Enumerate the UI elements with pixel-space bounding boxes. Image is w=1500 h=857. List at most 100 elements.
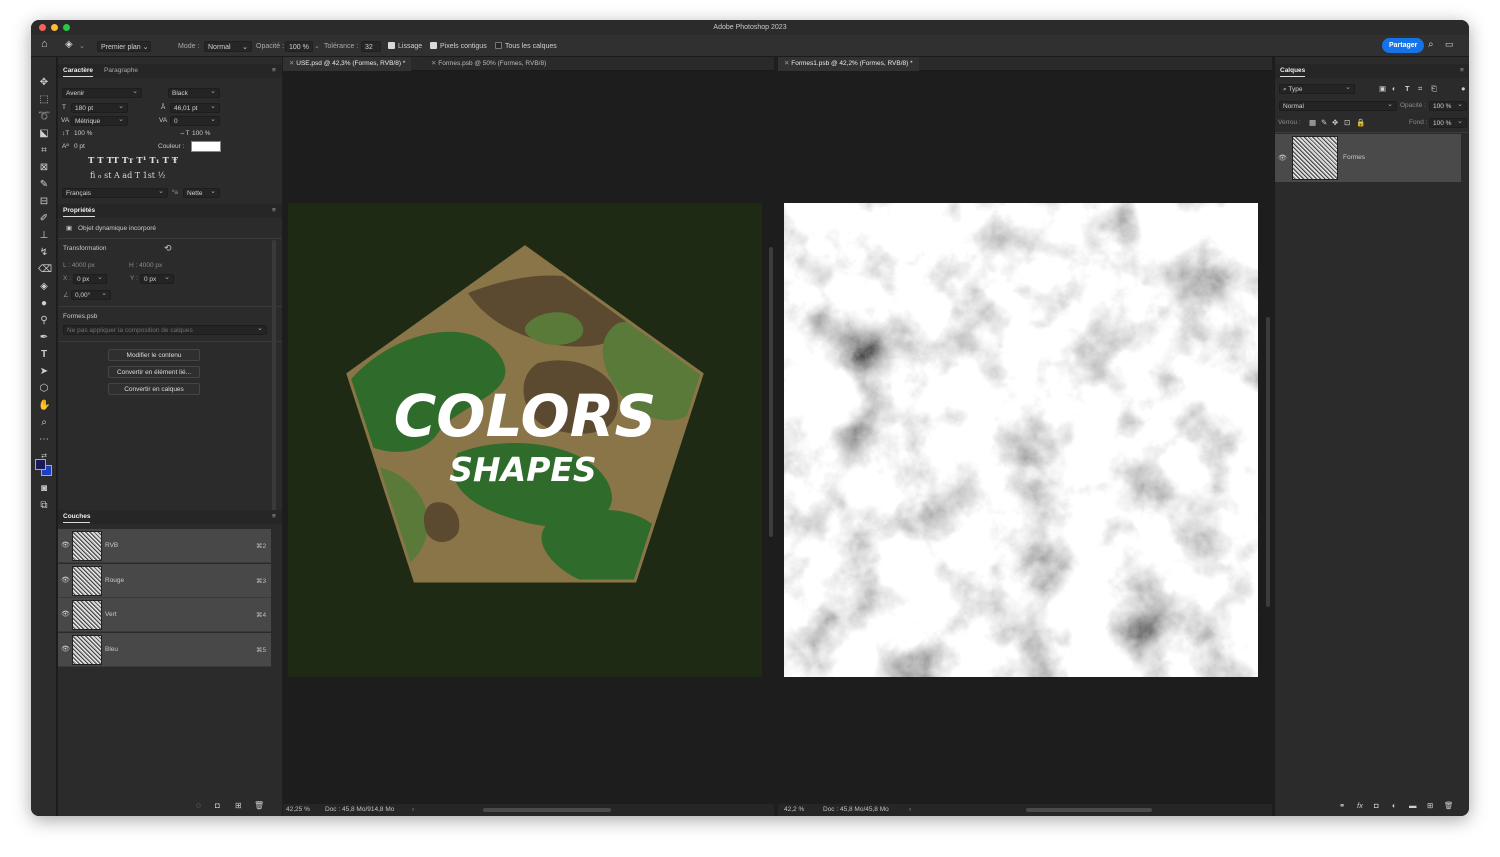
opentype-buttons[interactable]: fi ℴ st A ad T 1st ½ [90, 171, 165, 180]
smoothing-checkbox[interactable]: Lissage [388, 41, 422, 52]
delete-channel-icon[interactable]: 🗑 [254, 801, 264, 810]
blend-mode-dropdown[interactable]: Normal [1279, 100, 1397, 111]
filter-pixel-icon[interactable]: ▣ [1379, 84, 1386, 94]
screen-mode-icon[interactable]: ⧉ [38, 500, 50, 512]
tab-formes1-psb[interactable]: ✕ Formes1.psb @ 42,2% (Formes, RVB/8) * [778, 57, 919, 71]
layer-row[interactable]: 👁 Formes [1275, 134, 1461, 182]
shape-tool-icon[interactable]: ⬡ [38, 383, 50, 395]
layers-menu-icon[interactable]: ≡ [1460, 64, 1464, 77]
path-selection-tool-icon[interactable]: ➤ [38, 366, 50, 378]
eyedropper-tool-icon[interactable]: ✎ [38, 179, 50, 191]
clone-stamp-tool-icon[interactable]: ⊥ [38, 230, 50, 242]
save-selection-icon[interactable]: ◘ [215, 801, 220, 810]
type-style-buttons[interactable]: T T TT Tт T¹ T₁ T Ŧ [88, 156, 178, 166]
convert-to-layers-button[interactable]: Convertir en calques [108, 383, 200, 395]
tool-preset-chevron-icon[interactable]: ⌄ [79, 41, 85, 52]
filter-adjustment-icon[interactable]: ◐ [1392, 84, 1397, 94]
crop-tool-icon[interactable]: ⌗ [38, 145, 50, 157]
vertical-scrollbar-right[interactable] [1266, 317, 1270, 607]
type-tool-icon[interactable]: T [38, 349, 50, 361]
visibility-eye-icon[interactable]: 👁 [61, 576, 70, 584]
baseline-shift-input[interactable]: 0 pt [74, 143, 85, 150]
font-size-dropdown[interactable]: 180 pt [71, 102, 128, 113]
filter-type-icon[interactable]: T [1405, 84, 1410, 94]
lock-position-icon[interactable]: ✥ [1332, 118, 1338, 128]
clouds-canvas[interactable] [784, 203, 1258, 677]
doc-size-info[interactable]: Doc : 45,8 Mo/45,8 Mo [823, 804, 889, 816]
vertical-scale-input[interactable]: 100 % [74, 130, 92, 137]
channel-row[interactable]: 👁 Rouge ⌘3 [58, 563, 271, 598]
panel-menu-icon[interactable]: ≡ [272, 64, 276, 77]
visibility-eye-icon[interactable]: 👁 [61, 610, 70, 618]
zoom-window-button[interactable] [63, 24, 70, 31]
search-icon[interactable]: ⌕ [1428, 39, 1434, 50]
horizontal-scale-input[interactable]: 100 % [192, 130, 210, 137]
visibility-eye-icon[interactable]: 👁 [61, 541, 70, 549]
move-tool-icon[interactable]: ✥ [38, 77, 50, 89]
opacity-chevron-icon[interactable]: ⌄ [314, 41, 320, 52]
layer-filter-dropdown[interactable]: ⌕ Type [1279, 83, 1355, 94]
visibility-eye-icon[interactable]: 👁 [61, 645, 70, 653]
zoom-tool-icon[interactable]: ⌕ [38, 417, 50, 429]
home-icon[interactable]: ⌂ [41, 39, 48, 50]
y-input[interactable]: 0 px [140, 273, 174, 284]
load-selection-icon[interactable]: ◌ [196, 801, 201, 810]
canvas-artwork[interactable]: COLORS SHAPES [288, 203, 762, 677]
tolerance-input[interactable]: 32 [361, 41, 381, 52]
filter-smart-object-icon[interactable]: ⎗ [1431, 84, 1437, 94]
tab-paragraph[interactable]: Paragraphe [104, 64, 138, 77]
edit-contents-button[interactable]: Modifier le contenu [108, 349, 200, 361]
blur-tool-icon[interactable]: ● [38, 298, 50, 310]
layer-comp-dropdown[interactable]: Ne pas appliquer la composition de calqu… [63, 324, 267, 335]
tab-formes-psb[interactable]: ✕ Formes.psb @ 50% (Formes, RVB/8) [425, 57, 552, 71]
vertical-scrollbar-left[interactable] [769, 247, 773, 537]
properties-scrollbar[interactable] [272, 240, 276, 520]
channel-row[interactable]: 👁 Bleu ⌘5 [58, 632, 271, 667]
delete-layer-icon[interactable]: 🗑 [1444, 801, 1454, 811]
leading-dropdown[interactable]: 46,01 pt [170, 102, 220, 113]
more-tools-icon[interactable]: ⋯ [38, 434, 50, 446]
fill-input[interactable]: 100 % [1429, 117, 1467, 128]
zoom-level[interactable]: 42,25 % [286, 804, 310, 816]
visibility-eye-icon[interactable]: 👁 [1278, 154, 1287, 162]
angle-input[interactable]: 0,00° [71, 289, 111, 300]
pen-tool-icon[interactable]: ✒ [38, 332, 50, 344]
channel-row[interactable]: 👁 RVB ⌘2 [58, 529, 271, 563]
antialias-dropdown[interactable]: Nette [183, 187, 220, 198]
filter-toggle-icon[interactable]: ● [1461, 84, 1466, 94]
minimize-window-button[interactable] [51, 24, 58, 31]
contiguous-checkbox[interactable]: Pixels contigus [430, 41, 487, 52]
opacity-input[interactable]: 100 % [285, 41, 313, 52]
convert-to-linked-button[interactable]: Convertir en élément lié... [108, 366, 200, 378]
paint-bucket-tool-icon[interactable]: ◈ [38, 281, 50, 293]
font-style-dropdown[interactable]: Black [168, 87, 220, 98]
layer-opacity-input[interactable]: 100 % [1429, 100, 1467, 111]
kerning-dropdown[interactable]: Métrique [71, 115, 128, 126]
height-value[interactable]: H : 4000 px [129, 262, 162, 269]
tab-use-psd[interactable]: ✕ USE.psd @ 42,3% (Formes, RVB/8) * [283, 57, 412, 71]
channels-menu-icon[interactable]: ≡ [272, 510, 276, 523]
add-mask-icon[interactable]: ◘ [1374, 801, 1379, 811]
properties-menu-icon[interactable]: ≡ [272, 204, 276, 217]
close-window-button[interactable] [39, 24, 46, 31]
workspace-icon[interactable]: ▭ [1445, 39, 1454, 50]
object-selection-tool-icon[interactable]: ⬕ [38, 128, 50, 140]
new-channel-icon[interactable]: ⊞ [235, 801, 242, 810]
horizontal-scrollbar-left[interactable] [483, 808, 611, 812]
mode-dropdown[interactable]: Normal ⌄ [204, 41, 252, 52]
channel-row[interactable]: 👁 Vert ⌘4 [58, 598, 271, 632]
history-brush-tool-icon[interactable]: ↯ [38, 247, 50, 259]
filter-shape-icon[interactable]: ⌗ [1418, 84, 1422, 94]
layer-name[interactable]: Formes [1343, 154, 1365, 161]
tab-properties[interactable]: Propriétés [63, 204, 96, 217]
lock-transparent-icon[interactable]: ▦ [1309, 118, 1316, 128]
brush-tool-icon[interactable]: ✐ [38, 213, 50, 225]
horizontal-scrollbar-right[interactable] [1026, 808, 1152, 812]
font-family-dropdown[interactable]: Avenir [62, 87, 142, 98]
healing-tool-icon[interactable]: ⊟ [38, 196, 50, 208]
text-color-swatch[interactable] [191, 141, 221, 152]
width-value[interactable]: L : 4000 px [63, 262, 95, 269]
link-layers-icon[interactable]: ⚭ [1339, 801, 1345, 811]
status-chevron-icon[interactable]: › [412, 804, 414, 816]
layer-effects-icon[interactable]: fx [1357, 801, 1363, 811]
